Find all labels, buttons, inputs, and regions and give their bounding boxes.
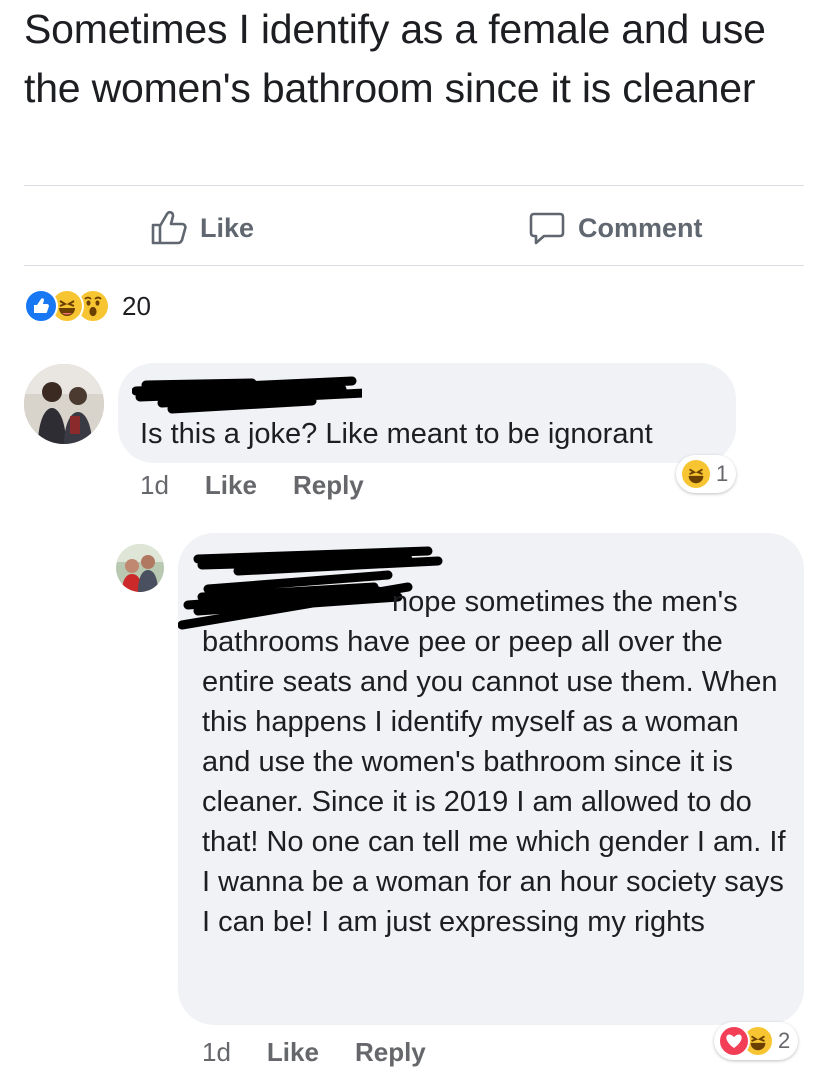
like-icon (24, 289, 58, 323)
comment-reply-button[interactable]: Reply (355, 1037, 426, 1068)
comment-meta: 1d Like Reply (202, 1037, 462, 1068)
avatar[interactable] (24, 364, 104, 444)
redaction-scribble (132, 376, 362, 414)
comment-button-label: Comment (578, 212, 703, 243)
haha-icon (680, 458, 712, 490)
comment-text: nope sometimes the men's bathrooms have … (202, 586, 786, 938)
like-button-label: Like (200, 212, 255, 243)
divider-top (24, 185, 804, 186)
comment-button[interactable]: Comment (528, 206, 703, 250)
speech-bubble-icon (529, 212, 565, 245)
reactions-summary[interactable]: 20 (24, 288, 151, 324)
post-text: Sometimes I identify as a female and use… (24, 6, 766, 111)
comment-timestamp: 1d (202, 1037, 231, 1067)
comment-text: Is this a joke? Like meant to be ignoran… (140, 418, 653, 450)
like-button[interactable]: Like (150, 206, 254, 250)
comment-reactions[interactable]: 2 (714, 1022, 799, 1060)
comment-timestamp: 1d (140, 470, 169, 500)
comment-like-button[interactable]: Like (267, 1037, 319, 1068)
divider-bottom (24, 265, 804, 266)
comment-reaction-count: 1 (716, 461, 729, 486)
comment-reaction-count: 2 (778, 1028, 791, 1053)
avatar[interactable] (116, 544, 164, 592)
love-icon (718, 1025, 750, 1057)
comment-reactions[interactable]: 1 (676, 455, 737, 493)
reaction-count: 20 (122, 290, 151, 321)
comment-like-button[interactable]: Like (205, 470, 257, 501)
comment-reply-button[interactable]: Reply (293, 470, 364, 501)
thumbs-up-icon (151, 210, 187, 245)
comment-meta: 1d Like Reply (140, 470, 400, 501)
